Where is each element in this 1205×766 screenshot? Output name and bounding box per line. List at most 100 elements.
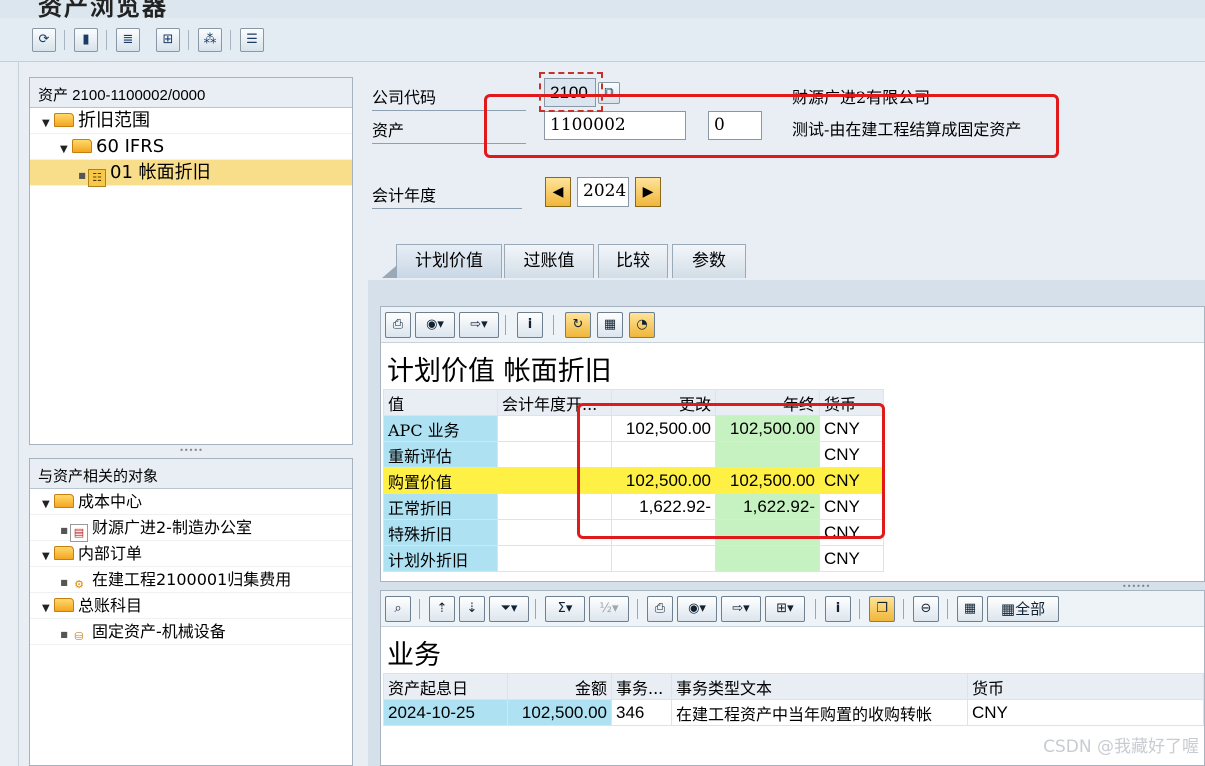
layout-icon[interactable]: ⊞▾ bbox=[765, 596, 805, 622]
multi-select-icon[interactable]: ≣ bbox=[116, 28, 140, 52]
tree-item-label: 在建工程2100001归集费用 bbox=[92, 570, 292, 589]
gl-account-icon: ⛁ bbox=[74, 630, 84, 643]
table-header-row: 资产起息日 金额 事务... 事务类型文本 货币 bbox=[383, 673, 1204, 700]
planned-values-toolbar: ⎙ ◉▾ ⇨▾ i ↻ ▦ ◔ bbox=[381, 307, 1204, 343]
export-icon[interactable]: ⇨▾ bbox=[721, 596, 761, 622]
window-title-bar: 资产浏览器 bbox=[0, 0, 1205, 18]
fiscal-year-field[interactable]: 2024 bbox=[577, 177, 629, 207]
print-icon[interactable]: ⎙ bbox=[647, 596, 673, 622]
filter-icon[interactable]: ⏷▾ bbox=[489, 596, 529, 622]
toolbar-separator bbox=[64, 30, 65, 50]
tree-item-internal-order[interactable]: ▼ 内部订单 bbox=[30, 541, 352, 567]
horizontal-splitter[interactable]: ••••• bbox=[29, 446, 353, 456]
toolbar-separator bbox=[553, 315, 554, 335]
column-header[interactable]: 金额 bbox=[507, 673, 612, 700]
column-header[interactable]: 资产起息日 bbox=[383, 673, 508, 700]
tree-item-book-depreciation[interactable]: ■ ☷ 01 帐面折旧 bbox=[30, 160, 352, 187]
planned-values-title: 计划价值 帐面折旧 bbox=[387, 356, 612, 387]
tree-item-depreciation-areas[interactable]: ▼ 折旧范围 bbox=[30, 108, 352, 134]
tree-item-cost-center-value[interactable]: ■ ▤ 财源广进2-制造办公室 bbox=[30, 515, 352, 542]
display-document-icon[interactable]: ⊖ bbox=[913, 596, 939, 622]
expand-icon[interactable]: ▦ bbox=[957, 596, 983, 622]
tree-item-internal-order-value[interactable]: ■ ⚙ 在建工程2100001归集费用 bbox=[30, 567, 352, 593]
folder-open-icon bbox=[72, 139, 92, 153]
change-value-cell bbox=[611, 545, 716, 572]
main-toolbar: ⟳ ▮ ≣ ⊞ ⁂ ☰ bbox=[0, 18, 1205, 62]
table-icon: ☷ bbox=[88, 169, 106, 187]
subtotal-icon[interactable]: ½▾ bbox=[589, 596, 629, 622]
toolbar-separator bbox=[637, 599, 638, 619]
column-header[interactable]: 事务类型文本 bbox=[671, 673, 968, 700]
column-header[interactable]: 事务... bbox=[611, 673, 672, 700]
tree-item-label: 01 帐面折旧 bbox=[110, 162, 211, 183]
year-end-value-cell bbox=[715, 545, 820, 572]
simulate-icon[interactable]: ↻ bbox=[565, 312, 591, 338]
copy-document-icon[interactable]: ❐ bbox=[869, 596, 895, 622]
tree-item-label: 固定资产-机械设备 bbox=[92, 622, 226, 641]
info-icon[interactable]: i bbox=[825, 596, 851, 622]
details-icon[interactable]: ⌕ bbox=[385, 596, 411, 622]
tab-strip: 计划价值 过账值 比较 参数 bbox=[368, 240, 1205, 280]
window-title: 资产浏览器 bbox=[38, 0, 168, 18]
cost-center-icon: ▤ bbox=[70, 524, 88, 542]
folder-open-icon bbox=[54, 598, 74, 612]
sum-icon[interactable]: Σ▾ bbox=[545, 596, 585, 622]
folder-open-icon bbox=[54, 113, 74, 127]
export-icon[interactable]: ⊞ bbox=[156, 28, 180, 52]
next-year-button[interactable]: ▶ bbox=[635, 177, 661, 207]
schedule-icon[interactable]: ◔ bbox=[629, 312, 655, 338]
asset-tree-header: 资产 2100-1100002/0000 bbox=[30, 78, 352, 108]
tab-comparison[interactable]: 比较 bbox=[598, 244, 668, 278]
toolbar-separator bbox=[947, 599, 948, 619]
tree-item-label: 60 IFRS bbox=[96, 136, 165, 157]
planned-values-grid-container: ⎙ ◉▾ ⇨▾ i ↻ ▦ ◔ 计划价值 帐面折旧 值 会计年度开... 更改 … bbox=[380, 306, 1205, 582]
tab-edge bbox=[382, 266, 396, 278]
table-row[interactable]: 计划外折旧 CNY bbox=[383, 545, 884, 572]
hierarchy-icon[interactable]: ⁂ bbox=[198, 28, 222, 52]
amount-cell: 102,500.00 bbox=[507, 699, 612, 726]
value-label-cell: APC 业务 bbox=[383, 415, 498, 442]
view-icon[interactable]: ◉▾ bbox=[677, 596, 717, 622]
refresh-icon[interactable]: ⟳ bbox=[32, 28, 56, 52]
folder-open-icon bbox=[54, 494, 74, 508]
tab-parameters[interactable]: 参数 bbox=[672, 244, 746, 278]
value-label-cell: 计划外折旧 bbox=[383, 545, 498, 572]
toolbar-separator bbox=[188, 30, 189, 50]
table-row[interactable]: 2024-10-25 102,500.00 346 在建工程资产中当年购置的收购… bbox=[383, 699, 1204, 726]
list-icon[interactable]: ☰ bbox=[240, 28, 264, 52]
save-icon[interactable]: ▮ bbox=[74, 28, 98, 52]
tree-item-gl-account-value[interactable]: ■ ⛁ 固定资产-机械设备 bbox=[30, 619, 352, 645]
column-header[interactable]: 值 bbox=[383, 389, 498, 416]
tree-item-gl-account[interactable]: ▼ 总账科目 bbox=[30, 593, 352, 619]
sort-descending-icon[interactable]: ⇣ bbox=[459, 596, 485, 622]
transactions-table: 资产起息日 金额 事务... 事务类型文本 货币 2024-10-25 102,… bbox=[383, 673, 1204, 726]
focus-marker bbox=[539, 72, 603, 112]
tab-posted-values[interactable]: 过账值 bbox=[504, 244, 594, 278]
tree-item-ifrs[interactable]: ▼ 60 IFRS bbox=[30, 134, 352, 160]
column-header[interactable]: 货币 bbox=[967, 673, 1204, 700]
show-all-button[interactable]: ▦全部 bbox=[987, 596, 1059, 622]
tab-planned-values[interactable]: 计划价值 bbox=[396, 244, 502, 278]
folder-open-icon bbox=[54, 546, 74, 560]
previous-year-button[interactable]: ◀ bbox=[545, 177, 571, 207]
tree-item-label: 内部订单 bbox=[78, 544, 143, 563]
related-objects-tree: 与资产相关的对象 ▼ 成本中心 ■ ▤ 财源广进2-制造办公室 ▼ 内部订单 ■ ⚙ 在建工… bbox=[29, 458, 353, 766]
left-navigation-pane: 资产 2100-1100002/0000 ▼ 折旧范围 ▼ 60 IFRS ■ ☷ 01… bbox=[18, 62, 381, 766]
print-icon[interactable]: ⎙ bbox=[385, 312, 411, 338]
toolbar-separator bbox=[419, 599, 420, 619]
value-label-cell: 正常折旧 bbox=[383, 493, 498, 520]
tab-content-panel: ⎙ ◉▾ ⇨▾ i ↻ ▦ ◔ 计划价值 帐面折旧 值 会计年度开... 更改 … bbox=[368, 280, 1205, 766]
toolbar-separator bbox=[505, 315, 506, 335]
view-icon[interactable]: ◉▾ bbox=[415, 312, 455, 338]
value-label-cell: 购置价值 bbox=[383, 467, 498, 494]
calculator-icon[interactable]: ▦ bbox=[597, 312, 623, 338]
show-all-label: 全部 bbox=[1015, 600, 1046, 618]
currency-cell: CNY bbox=[819, 545, 884, 572]
export-icon[interactable]: ⇨▾ bbox=[459, 312, 499, 338]
info-icon[interactable]: i bbox=[517, 312, 543, 338]
value-date-cell: 2024-10-25 bbox=[383, 699, 508, 726]
tree-item-cost-center[interactable]: ▼ 成本中心 bbox=[30, 489, 352, 515]
toolbar-separator bbox=[815, 599, 816, 619]
toolbar-separator bbox=[903, 599, 904, 619]
sort-ascending-icon[interactable]: ⇡ bbox=[429, 596, 455, 622]
